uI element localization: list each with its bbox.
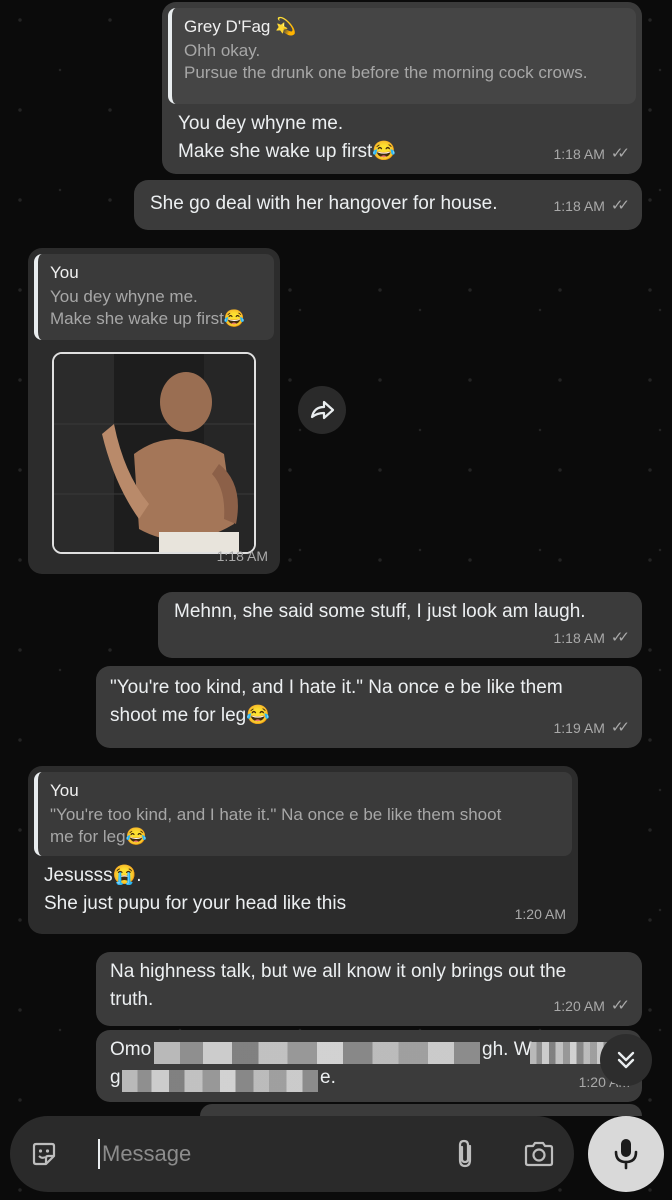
quoted-message[interactable]: You "You're too kind, and I hate it." Na… <box>34 772 572 856</box>
message-meta: 1:18 AM ✓✓ <box>553 140 630 168</box>
message-bubble-incoming[interactable]: You You dey whyne me. Make she wake up f… <box>28 248 280 574</box>
quoted-text: Ohh okay. Pursue the drunk one before th… <box>184 41 588 82</box>
message-bubble-outgoing-partial[interactable] <box>200 1104 642 1116</box>
read-receipt-icon: ✓✓ <box>610 997 630 1014</box>
message-time: 1:18 AM <box>553 146 605 162</box>
read-receipt-icon: ✓✓ <box>610 197 630 214</box>
message-meta: 1:20 AM <box>515 900 566 928</box>
sticker-button[interactable] <box>30 1140 58 1168</box>
message-text-mid: gh. W <box>482 1039 532 1060</box>
redaction-overlay <box>154 1042 480 1064</box>
message-text: Jesusss😭. She just pupu for your head li… <box>44 865 347 914</box>
message-bubble-outgoing[interactable]: Grey D'Fag 💫 Ohh okay. Pursue the drunk … <box>162 2 642 174</box>
scroll-to-bottom-button[interactable] <box>600 1034 652 1086</box>
message-time: 1:18 AM <box>216 548 268 564</box>
read-receipt-icon: ✓✓ <box>610 145 630 162</box>
forward-button[interactable] <box>298 386 346 434</box>
message-time: 1:18 AM <box>553 198 605 214</box>
forward-icon <box>310 400 335 420</box>
message-meta: 1:20 AM ✓✓ <box>553 992 630 1020</box>
message-meta: 1:18 AM <box>217 542 268 570</box>
message-bubble-outgoing[interactable]: Na highness talk, but we all know it onl… <box>96 952 642 1026</box>
redaction-overlay <box>530 1042 610 1064</box>
message-time: 1:18 AM <box>553 630 605 646</box>
message-text: Na highness talk, but we all know it onl… <box>110 961 567 1010</box>
camera-button[interactable] <box>522 1139 556 1169</box>
message-bubble-outgoing[interactable]: "You're too kind, and I hate it." Na onc… <box>96 666 642 748</box>
attach-button[interactable] <box>452 1138 480 1170</box>
message-bubble-incoming[interactable]: You "You're too kind, and I hate it." Na… <box>28 766 578 934</box>
message-text: Mehnn, she said some stuff, I just look … <box>174 601 586 622</box>
text-cursor <box>98 1139 100 1169</box>
message-meta: 1:19 AM ✓✓ <box>553 714 630 742</box>
message-text-line2-start: g <box>110 1067 121 1088</box>
mic-icon <box>614 1139 638 1170</box>
quoted-sender-name: Grey D'Fag 💫 <box>184 17 297 36</box>
message-bubble-outgoing[interactable]: Omo gh. W g e. 1:20 AM <box>96 1030 642 1102</box>
message-text: She go deal with her hangover for house. <box>150 193 498 214</box>
message-time: 1:20 AM <box>553 998 605 1014</box>
quoted-message[interactable]: You You dey whyne me. Make she wake up f… <box>34 254 274 340</box>
message-text-start: Omo <box>110 1039 152 1060</box>
message-text-line2-end: e. <box>320 1067 336 1088</box>
message-time: 1:20 AM <box>514 906 566 922</box>
voice-message-button[interactable] <box>588 1116 664 1192</box>
camera-icon <box>524 1141 554 1167</box>
quoted-message[interactable]: Grey D'Fag 💫 Ohh okay. Pursue the drunk … <box>168 8 636 104</box>
message-text: Omo gh. W g e. <box>110 1036 628 1096</box>
quoted-text: "You're too kind, and I hate it." Na onc… <box>50 805 502 846</box>
photo-image <box>54 354 254 552</box>
message-bubble-outgoing[interactable]: She go deal with her hangover for house.… <box>134 180 642 230</box>
message-input[interactable]: Message <box>102 1141 432 1167</box>
read-receipt-icon: ✓✓ <box>610 719 630 736</box>
read-receipt-icon: ✓✓ <box>610 629 630 646</box>
quoted-sender-name: You <box>50 263 79 282</box>
media-thumbnail[interactable] <box>52 352 256 554</box>
message-meta: 1:18 AM ✓✓ <box>553 624 630 652</box>
message-composer[interactable]: Message <box>10 1116 574 1192</box>
message-meta: 1:18 AM ✓✓ <box>553 192 630 220</box>
message-text: "You're too kind, and I hate it." Na onc… <box>110 677 563 726</box>
message-bubble-outgoing[interactable]: Mehnn, she said some stuff, I just look … <box>158 592 642 658</box>
message-time: 1:19 AM <box>553 720 605 736</box>
quoted-sender-name: You <box>50 781 79 800</box>
redaction-overlay <box>122 1070 318 1092</box>
paperclip-icon <box>458 1139 472 1168</box>
double-chevron-down-icon <box>617 1051 635 1069</box>
sticker-icon <box>32 1142 56 1166</box>
quoted-text: You dey whyne me. Make she wake up first… <box>50 287 246 328</box>
